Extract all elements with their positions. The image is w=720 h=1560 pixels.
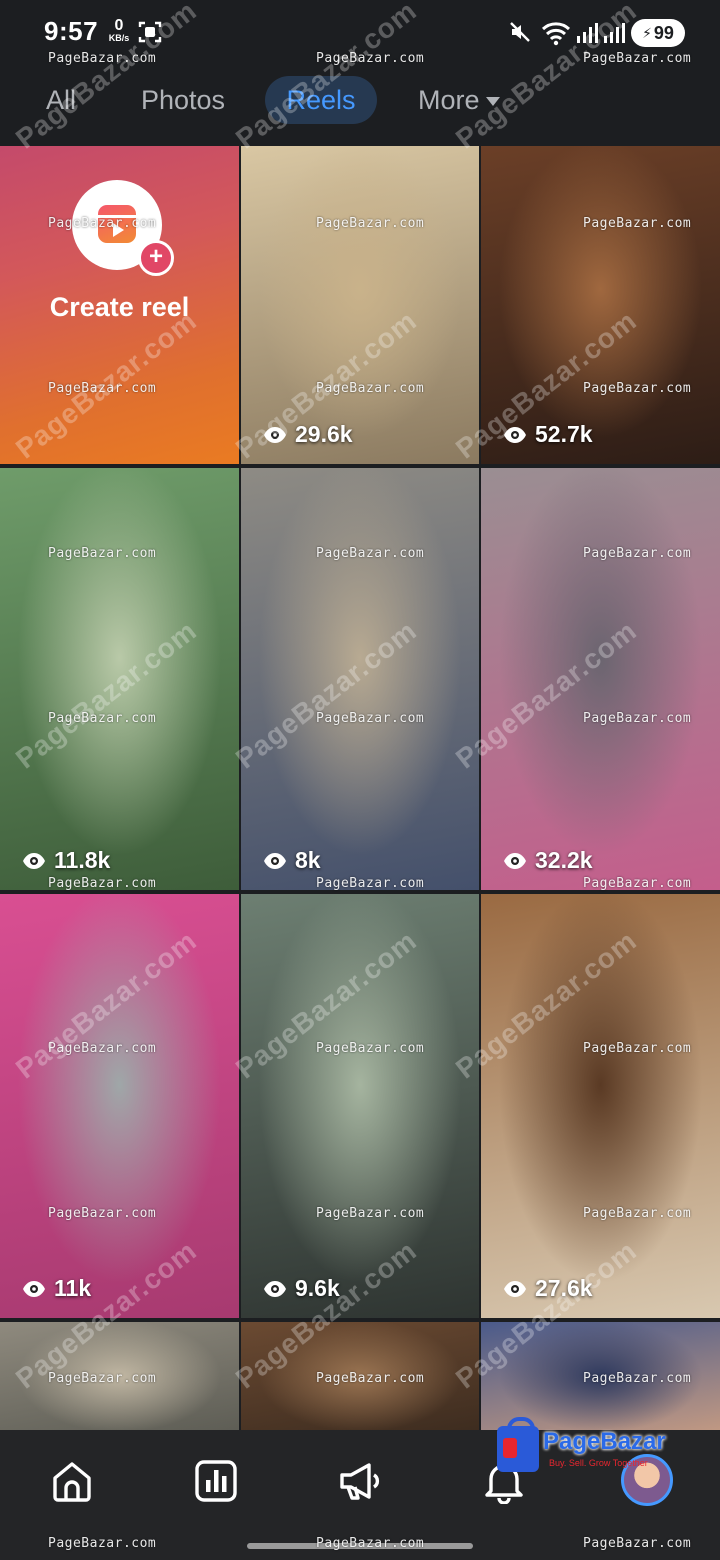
- reel-thumbnail[interactable]: 52.7k: [481, 146, 720, 464]
- status-bar: 9:57 0 KB/s ⚡ 99: [0, 0, 720, 64]
- tab-more-label: More: [418, 85, 480, 115]
- content-type-tabs: All Photos Reels More: [0, 64, 720, 144]
- view-count-value: 27.6k: [535, 1275, 593, 1301]
- eye-icon: [504, 1280, 526, 1297]
- eye-icon: [504, 852, 526, 869]
- battery-level: 99: [653, 22, 674, 43]
- status-time: 9:57: [44, 16, 99, 46]
- wifi-icon: [541, 22, 571, 46]
- eye-icon: [23, 1280, 45, 1297]
- screenshot-scan-icon: [138, 21, 162, 43]
- insights-chart-icon[interactable]: [193, 1458, 239, 1504]
- view-count-value: 11.8k: [54, 847, 111, 873]
- view-count: 8k: [263, 847, 321, 874]
- shopping-bag-icon: [497, 1417, 539, 1472]
- battery-indicator: ⚡ 99: [631, 19, 685, 47]
- reel-thumbnail[interactable]: [481, 1322, 720, 1430]
- reel-thumbnail[interactable]: 27.6k: [481, 894, 720, 1318]
- tab-reels[interactable]: Reels: [265, 76, 377, 124]
- eye-icon: [504, 426, 526, 443]
- reel-thumbnail[interactable]: [241, 1322, 479, 1430]
- eye-icon: [264, 1280, 286, 1297]
- reel-thumbnail[interactable]: 11k: [0, 894, 239, 1318]
- home-indicator[interactable]: [247, 1543, 473, 1549]
- chevron-down-icon: [485, 97, 500, 107]
- tab-all[interactable]: All: [46, 76, 76, 124]
- view-count: 11.8k: [22, 847, 110, 874]
- eye-icon: [264, 426, 286, 443]
- tab-photos[interactable]: Photos: [141, 76, 225, 124]
- eye-icon: [264, 852, 286, 869]
- view-count-value: 52.7k: [535, 421, 593, 447]
- eye-icon: [23, 852, 45, 869]
- view-count-value: 11k: [54, 1275, 92, 1301]
- brand-tagline: Buy. Sell. Grow Together: [549, 1458, 648, 1468]
- view-count: 11k: [22, 1275, 91, 1302]
- view-count-value: 8k: [295, 847, 321, 873]
- signal-sim1-icon: [577, 23, 598, 43]
- network-speed: 0 KB/s: [104, 18, 134, 43]
- megaphone-icon[interactable]: [337, 1458, 383, 1504]
- reel-thumbnail[interactable]: 8k: [241, 468, 479, 890]
- create-reel-tile[interactable]: + Create reel: [0, 146, 239, 464]
- reel-thumbnail[interactable]: 11.8k: [0, 468, 239, 890]
- screen: 9:57 0 KB/s ⚡ 99 All Photos Reels More +…: [0, 0, 720, 1560]
- view-count-value: 29.6k: [295, 421, 353, 447]
- view-count-value: 32.2k: [535, 847, 593, 873]
- create-reel-label: Create reel: [49, 292, 190, 322]
- charging-bolt-icon: ⚡: [642, 24, 652, 41]
- network-speed-unit: KB/s: [108, 33, 130, 43]
- view-count: 9.6k: [263, 1275, 340, 1302]
- reel-thumbnail[interactable]: 32.2k: [481, 468, 720, 890]
- reel-thumbnail[interactable]: [0, 1322, 239, 1430]
- view-count: 32.2k: [503, 847, 593, 874]
- view-count-value: 9.6k: [295, 1275, 340, 1301]
- plus-icon: +: [138, 240, 174, 276]
- reel-thumbnail[interactable]: 9.6k: [241, 894, 479, 1318]
- reel-thumbnail[interactable]: 29.6k: [241, 146, 479, 464]
- tab-more[interactable]: More: [418, 76, 500, 124]
- view-count: 52.7k: [503, 421, 593, 448]
- view-count: 29.6k: [263, 421, 353, 448]
- home-icon[interactable]: [49, 1458, 95, 1504]
- brand-name: PageBazar: [543, 1428, 666, 1455]
- network-speed-value: 0: [114, 17, 124, 34]
- reels-grid: + Create reel 29.6k 52.7k 11.8k 8k 32.2k…: [0, 146, 720, 1430]
- signal-sim2-icon: [604, 23, 625, 43]
- pagebazar-logo: PageBazar Buy. Sell. Grow Together: [497, 1417, 677, 1478]
- view-count: 27.6k: [503, 1275, 593, 1302]
- mute-icon: [510, 22, 530, 42]
